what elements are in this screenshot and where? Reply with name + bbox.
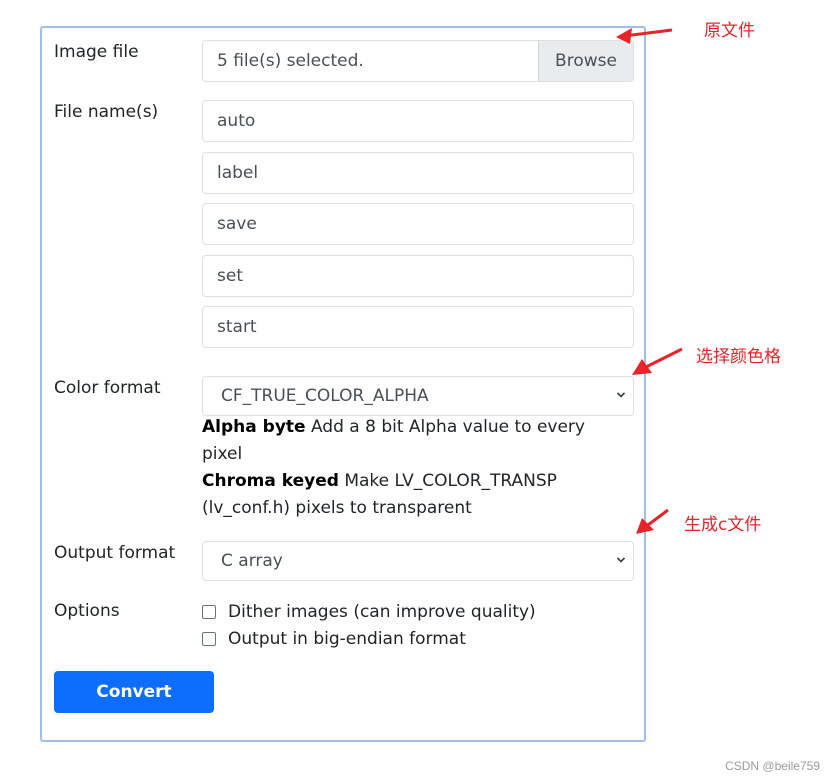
big-endian-option[interactable]: Output in big-endian format <box>202 628 466 650</box>
dither-checkbox[interactable] <box>202 605 216 619</box>
color-format-value: CF_TRUE_COLOR_ALPHA <box>221 386 429 406</box>
color-format-label: Color format <box>54 378 161 398</box>
big-endian-checkbox[interactable] <box>202 632 216 646</box>
options-label: Options <box>54 601 120 621</box>
color-format-description: Alpha byte Add a 8 bit Alpha value to ev… <box>202 414 622 522</box>
output-format-label: Output format <box>54 543 176 563</box>
annotation-choose-color: 选择颜色格 <box>696 347 781 367</box>
output-format-select[interactable]: C array <box>202 541 634 581</box>
dither-option[interactable]: Dither images (can improve quality) <box>202 601 536 623</box>
annotation-source-file: 原文件 <box>704 21 755 41</box>
file-name-input-3[interactable]: save <box>202 203 634 245</box>
alpha-byte-title: Alpha byte <box>202 417 306 437</box>
image-file-label: Image file <box>54 42 139 62</box>
file-name-input-2[interactable]: label <box>202 152 634 194</box>
chevron-down-icon <box>617 557 625 563</box>
file-name-input-4[interactable]: set <box>202 255 634 297</box>
file-name-input-5[interactable]: start <box>202 306 634 348</box>
watermark: CSDN @beile759 <box>725 759 820 773</box>
big-endian-option-label: Output in big-endian format <box>228 629 466 649</box>
dither-option-label: Dither images (can improve quality) <box>228 602 536 622</box>
chroma-keyed-title: Chroma keyed <box>202 471 339 491</box>
annotation-arrow-color-format <box>632 347 683 375</box>
file-name-input-1[interactable]: auto <box>202 100 634 142</box>
image-file-input[interactable]: 5 file(s) selected. Browse <box>202 40 634 82</box>
convert-button[interactable]: Convert <box>54 671 214 713</box>
color-format-select[interactable]: CF_TRUE_COLOR_ALPHA <box>202 376 634 416</box>
file-names-label: File name(s) <box>54 102 159 122</box>
output-format-value: C array <box>221 551 283 571</box>
annotation-generate-c: 生成c文件 <box>684 515 762 535</box>
annotation-arrow-source-file <box>616 28 673 44</box>
chevron-down-icon <box>617 392 625 398</box>
file-status-text: 5 file(s) selected. <box>217 51 364 71</box>
annotation-arrow-generate-c <box>636 508 669 534</box>
